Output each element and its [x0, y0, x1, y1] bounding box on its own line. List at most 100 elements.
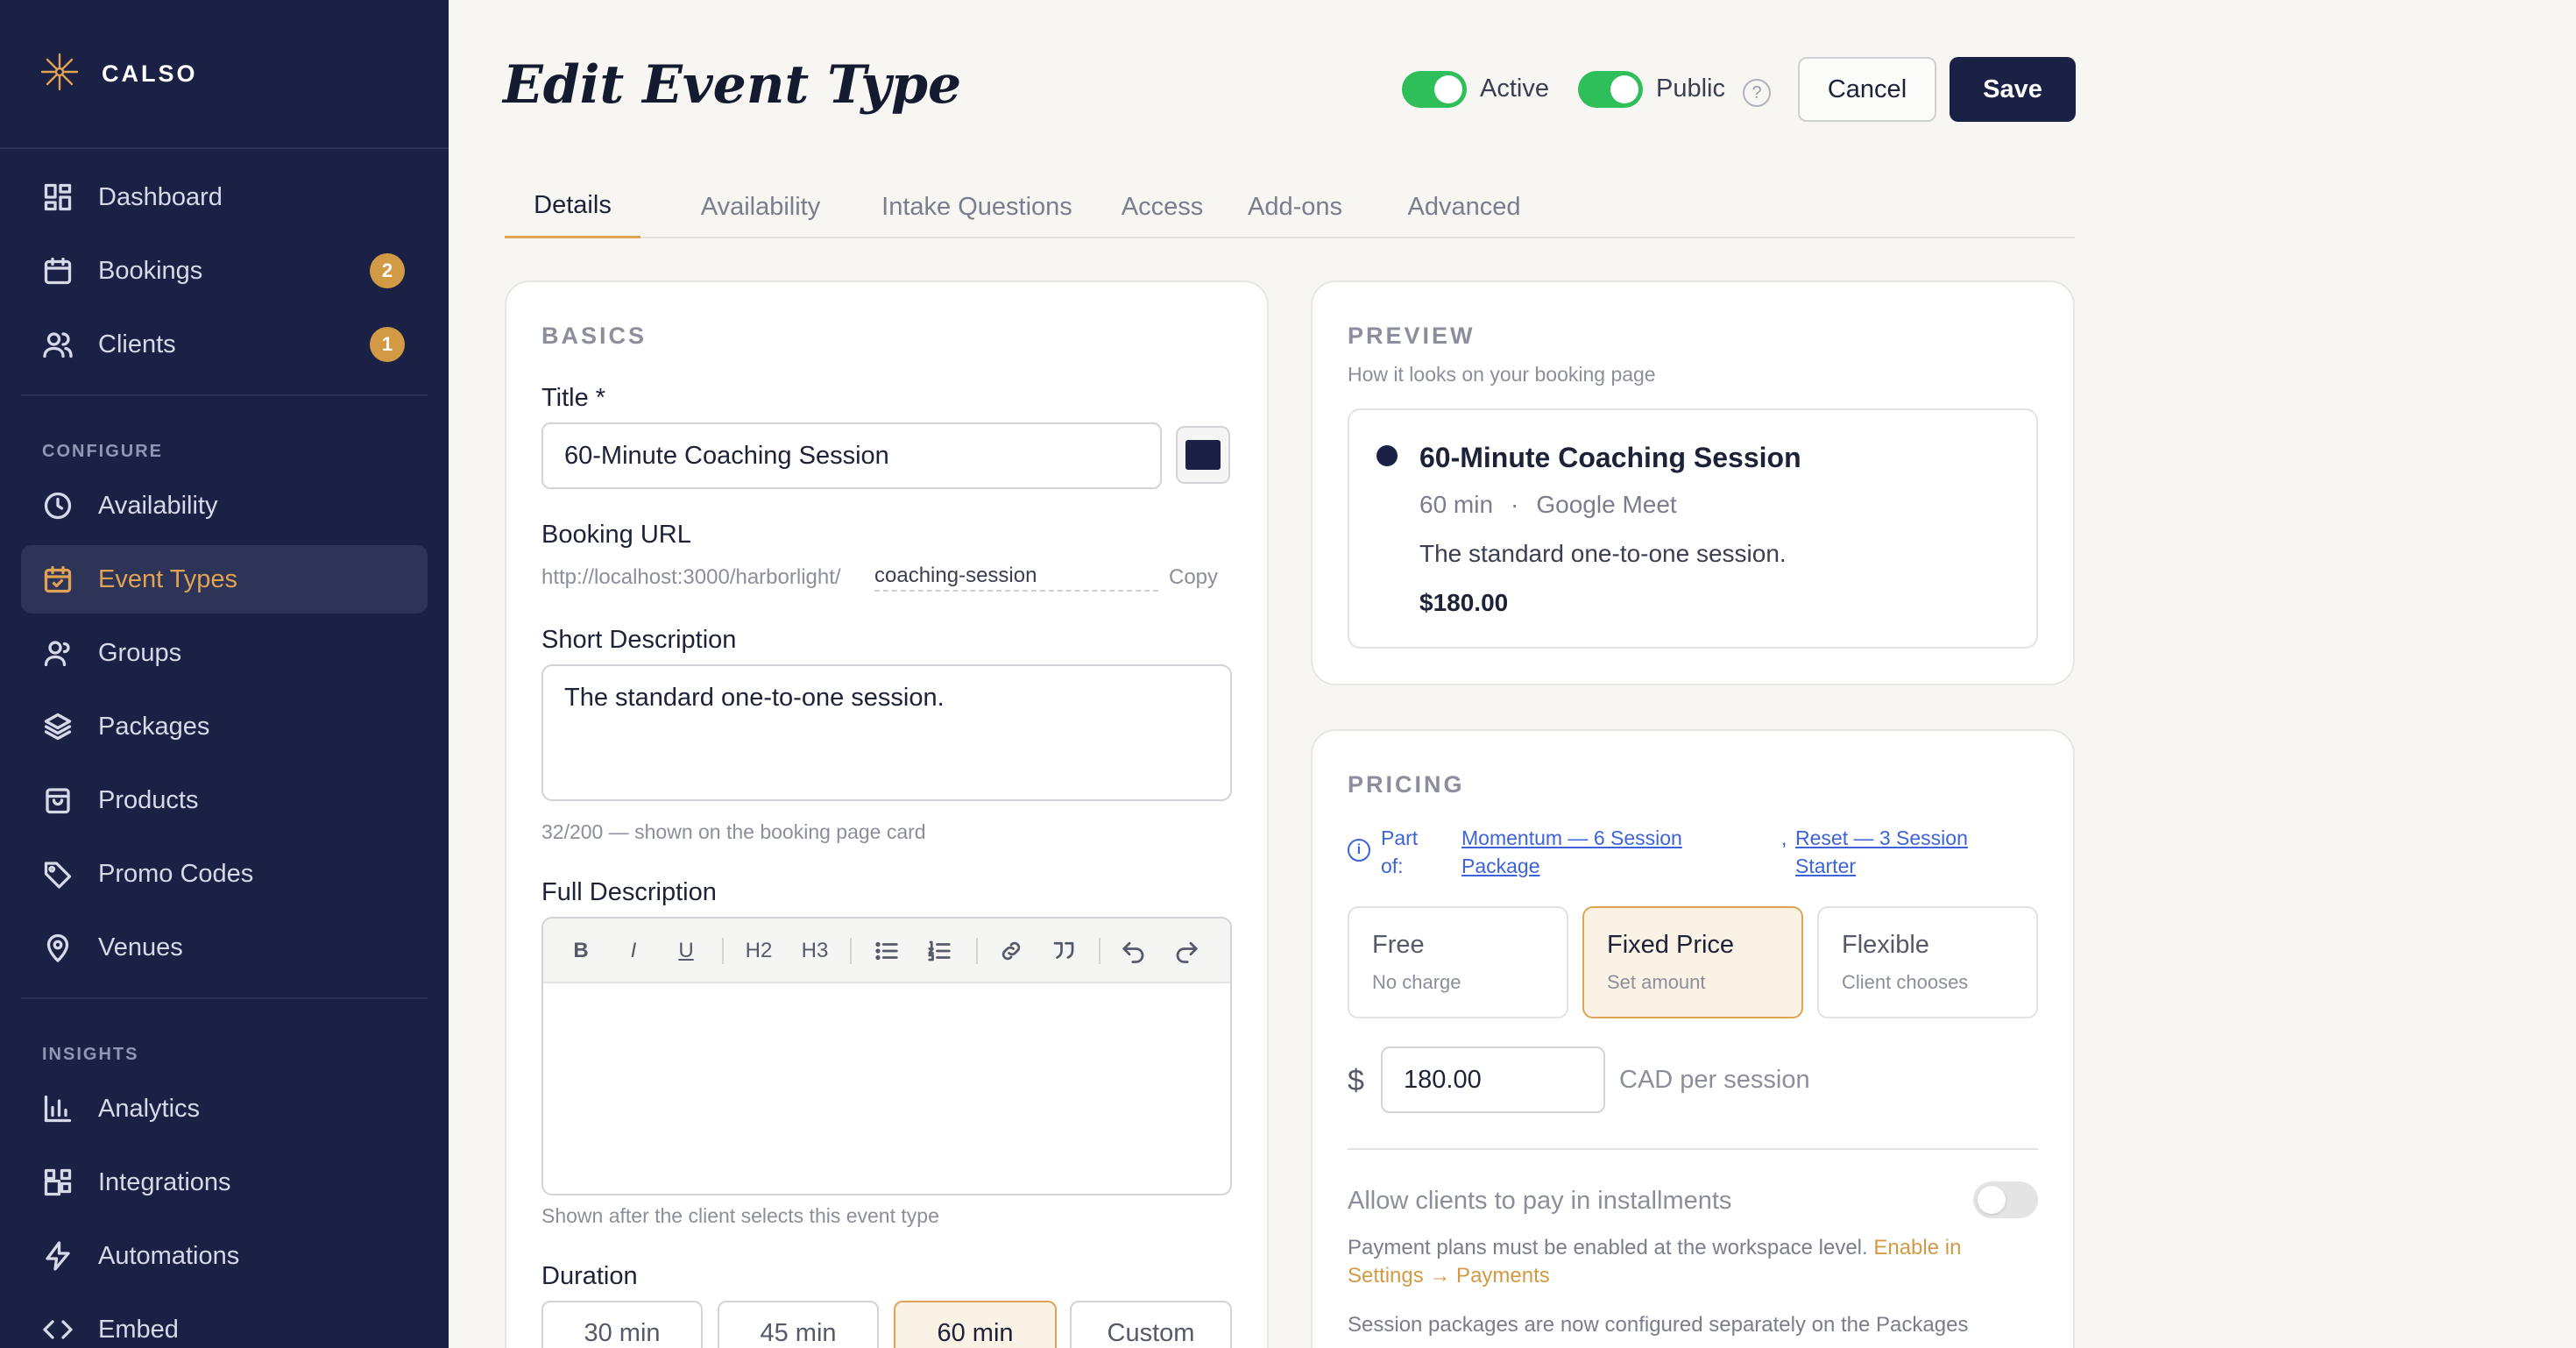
public-toggle[interactable]: [1578, 71, 1643, 108]
sidebar-item-analytics[interactable]: Analytics: [21, 1075, 428, 1143]
installments-note: Payment plans must be enabled at the wor…: [1348, 1234, 2040, 1290]
short-description-hint: 32/200 — shown on the booking page card: [541, 820, 926, 843]
package-link-reset[interactable]: Reset — 3 Session Starter: [1783, 824, 2011, 880]
help-icon[interactable]: ?: [1743, 79, 1771, 107]
underline-button[interactable]: U: [673, 934, 699, 968]
rich-text-editor[interactable]: B I U H2 H3: [541, 917, 1232, 1195]
sun-logo-icon: [39, 51, 81, 97]
preview-event-title: 60-Minute Coaching Session: [1419, 442, 1801, 473]
bold-button[interactable]: B: [568, 934, 594, 968]
price-amount-input[interactable]: 180.00: [1381, 1046, 1605, 1113]
sidebar-item-label: Clients: [98, 330, 176, 358]
sidebar-item-label: Dashboard: [98, 182, 223, 211]
sidebar-item-automations[interactable]: Automations: [21, 1222, 428, 1290]
booking-url-prefix: http://localhost:3000/harborlight/: [541, 565, 841, 589]
tab-advanced[interactable]: Advanced: [1378, 175, 1550, 238]
toolbar-separator: [1099, 938, 1100, 964]
sidebar-item-promo-codes[interactable]: Promo Codes: [21, 840, 428, 908]
sidebar-item-venues[interactable]: Venues: [21, 913, 428, 982]
dashboard-icon: [40, 180, 75, 215]
sidebar-item-integrations[interactable]: Integrations: [21, 1148, 428, 1217]
duration-45-button[interactable]: 45 min: [718, 1301, 879, 1348]
price-option-free[interactable]: Free No charge: [1348, 906, 1568, 1018]
duration-30-button[interactable]: 30 min: [541, 1301, 703, 1348]
bullet-list-icon[interactable]: [869, 934, 904, 968]
price-option-fixed[interactable]: Fixed Price Set amount: [1582, 906, 1803, 1018]
preview-duration: 60 min: [1419, 491, 1494, 518]
tab-availability[interactable]: Availability: [672, 175, 849, 238]
undo-icon[interactable]: [1116, 934, 1151, 968]
price-option-flexible[interactable]: Flexible Client chooses: [1817, 906, 2038, 1018]
active-toggle[interactable]: [1402, 71, 1467, 108]
sidebar-item-groups[interactable]: Groups: [21, 619, 428, 687]
sidebar-item-event-types[interactable]: Event Types: [21, 545, 428, 614]
basics-section-title: BASICS: [541, 323, 648, 349]
tab-details[interactable]: Details: [505, 175, 640, 238]
count-badge: 1: [370, 327, 405, 362]
installments-toggle[interactable]: [1973, 1181, 2038, 1218]
lightning-icon: [40, 1238, 75, 1274]
price-option-subtitle: Set amount: [1607, 971, 1706, 993]
public-label: Public: [1656, 74, 1725, 103]
brand[interactable]: CALSO: [39, 53, 198, 95]
installments-label: Allow clients to pay in installments: [1348, 1187, 1732, 1215]
full-description-hint: Shown after the client selects this even…: [541, 1204, 939, 1227]
toolbar-separator: [850, 938, 852, 964]
duration-custom-button[interactable]: Custom: [1070, 1301, 1232, 1348]
tab-add-ons[interactable]: Add-ons: [1233, 175, 1357, 238]
sidebar-item-availability[interactable]: Availability: [21, 472, 428, 540]
sidebar-item-label: Products: [98, 785, 199, 814]
save-button[interactable]: Save: [1950, 57, 2076, 122]
currency-symbol: $: [1348, 1064, 1364, 1097]
sidebar-item-label: Packages: [98, 712, 210, 741]
sidebar-item-products[interactable]: Products: [21, 766, 428, 834]
title-label: Title *: [541, 384, 606, 412]
toolbar-separator: [722, 938, 724, 964]
color-swatch[interactable]: [1176, 426, 1230, 484]
h2-button[interactable]: H2: [741, 934, 776, 968]
sidebar-item-clients[interactable]: Clients 1: [21, 310, 428, 379]
short-description-label: Short Description: [541, 626, 737, 654]
cancel-button[interactable]: Cancel: [1798, 57, 1936, 122]
code-icon: [40, 1312, 75, 1347]
active-label: Active: [1480, 74, 1549, 103]
sidebar-item-label: Groups: [98, 638, 182, 667]
section-label-configure: CONFIGURE: [42, 442, 163, 461]
price-option-title: Fixed Price: [1607, 931, 1735, 959]
preview-description: The standard one-to-one session.: [1419, 540, 1787, 567]
group-icon: [40, 635, 75, 670]
redo-icon[interactable]: [1169, 934, 1204, 968]
sidebar-item-dashboard[interactable]: Dashboard: [21, 163, 428, 231]
sidebar-divider: [0, 147, 449, 149]
quote-icon[interactable]: [1046, 934, 1081, 968]
booking-url-slug-input[interactable]: coaching-session: [874, 564, 1158, 592]
preview-price: $180.00: [1419, 589, 1509, 616]
duration-60-button[interactable]: 60 min: [894, 1301, 1057, 1348]
tab-intake-questions[interactable]: Intake Questions: [862, 175, 1092, 238]
sidebar-item-label: Event Types: [98, 564, 238, 593]
package-link-momentum[interactable]: Momentum — 6 Session Package: [1461, 824, 1724, 880]
tab-access[interactable]: Access: [1113, 175, 1212, 238]
numbered-list-icon[interactable]: [922, 934, 957, 968]
copy-url-button[interactable]: Copy: [1169, 565, 1218, 590]
sidebar-item-label: Venues: [98, 933, 183, 961]
brand-name: CALSO: [102, 60, 198, 87]
sidebar-item-embed[interactable]: Embed: [21, 1295, 428, 1348]
price-option-subtitle: Client chooses: [1842, 971, 1969, 993]
section-label-insights: INSIGHTS: [42, 1045, 139, 1064]
meta-separator: ·: [1511, 491, 1519, 518]
h3-button[interactable]: H3: [797, 934, 832, 968]
italic-button[interactable]: I: [620, 934, 647, 968]
sidebar-item-label: Availability: [98, 491, 218, 520]
link-icon[interactable]: [994, 934, 1029, 968]
users-icon: [40, 327, 75, 362]
duration-label: Duration: [541, 1262, 638, 1290]
map-pin-icon: [40, 930, 75, 965]
sidebar-divider: [21, 394, 428, 396]
title-input[interactable]: 60-Minute Coaching Session: [541, 422, 1162, 489]
count-badge: 2: [370, 253, 405, 288]
page-title: Edit Event Type: [503, 54, 962, 116]
sidebar-item-packages[interactable]: Packages: [21, 692, 428, 761]
sidebar-item-bookings[interactable]: Bookings 2: [21, 237, 428, 305]
short-description-textarea[interactable]: The standard one-to-one session.: [541, 664, 1232, 801]
